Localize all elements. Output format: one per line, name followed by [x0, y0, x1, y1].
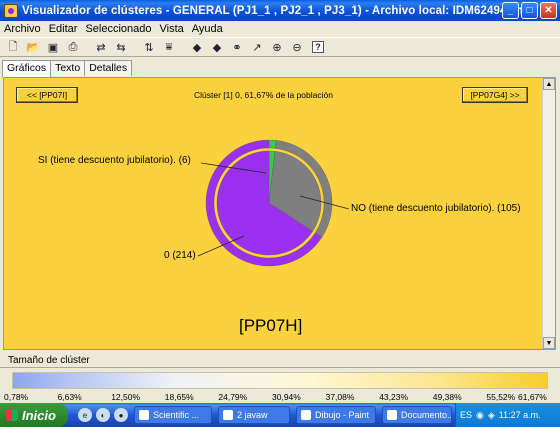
- close-button[interactable]: ✕: [540, 2, 557, 19]
- filter-icon[interactable]: ⩸: [160, 39, 178, 55]
- annotation-si: SI (tiene descuento jubilatorio). (6): [38, 155, 191, 166]
- toolbar: 🗋 📂 ▣ ⎙ ⇄ ⇆ ⇅ ⩸ ◆ ◆ ⚭ ↗ ⊕ ⊖ ?: [0, 37, 560, 57]
- window-icon: [139, 410, 149, 420]
- menu-ayuda[interactable]: Ayuda: [192, 23, 223, 35]
- app-icon: [4, 3, 18, 18]
- window-controls: _ □ ✕: [502, 2, 557, 19]
- outer-ring-slice-0[interactable]: [268, 139, 277, 149]
- tray-icon[interactable]: ◉: [476, 410, 484, 421]
- back-icon[interactable]: ◆: [188, 39, 206, 55]
- task-label: Dibujo - Paint: [315, 410, 370, 420]
- menu-archivo[interactable]: Archivo: [4, 23, 41, 35]
- size-scale-tick: 0,78%: [4, 392, 29, 402]
- media-icon[interactable]: ●: [114, 408, 128, 422]
- size-scale-ticks: 0,78% 6,63% 12,50% 18,65% 24,79% 30,94% 37,08%…: [0, 392, 560, 402]
- menu-editar[interactable]: Editar: [49, 23, 78, 35]
- annotation-no: NO (tiene descuento jubilatorio). (105): [351, 203, 521, 214]
- task-label: 2 javaw: [237, 410, 268, 420]
- windows-logo-icon: [6, 409, 18, 421]
- task-label: Scientific ...: [153, 410, 200, 420]
- title-bar: Visualizador de clústeres - GENERAL (PJ1…: [0, 0, 560, 21]
- document-icon: [387, 410, 397, 420]
- browser-icon[interactable]: e: [78, 408, 92, 422]
- task-scientific[interactable]: Scientific ...: [134, 406, 212, 424]
- chart-panel: << [PP07I] Clúster [1] 0, 61,67% de la p…: [3, 77, 556, 350]
- task-label: Documento...: [401, 410, 452, 420]
- window-title: Visualizador de clústeres - GENERAL (PJ1…: [22, 4, 530, 17]
- print-icon[interactable]: ⎙: [64, 39, 82, 55]
- zoom-in-icon[interactable]: ⊕: [268, 39, 286, 55]
- scroll-down-icon[interactable]: ▼: [543, 337, 555, 349]
- size-scale-tick: 18,65%: [164, 392, 194, 402]
- size-scale-tick: 37,08%: [325, 392, 355, 402]
- task-paint[interactable]: Dibujo - Paint: [296, 406, 376, 424]
- tray-icon[interactable]: ◈: [488, 410, 495, 421]
- tab-strip: Gráficos Texto Detalles: [2, 60, 133, 77]
- tab-graficos[interactable]: Gráficos: [2, 60, 52, 77]
- toolbar-separator: [132, 39, 138, 55]
- size-scale-tick: 43,23%: [379, 392, 409, 402]
- task-documento[interactable]: Documento...: [382, 406, 452, 424]
- forward-icon[interactable]: ◆: [208, 39, 226, 55]
- menu-vista[interactable]: Vista: [160, 23, 184, 35]
- size-scale-tick: 30,94%: [272, 392, 301, 402]
- size-scale-tick: 55,52%: [486, 392, 516, 402]
- open-icon[interactable]: 📂: [24, 39, 42, 55]
- sort-icon[interactable]: ⇅: [140, 39, 158, 55]
- new-icon[interactable]: 🗋: [4, 39, 22, 55]
- cluster-name: [PP07H]: [239, 316, 303, 335]
- taskbar: Inicio e ◐ ● Scientific ... 2 javaw Dibu…: [0, 403, 560, 427]
- size-scale-tick: 49,38%: [432, 392, 462, 402]
- maximize-button[interactable]: □: [521, 2, 538, 19]
- clock: 11:27 a.m.: [498, 410, 541, 420]
- size-scale-tick: 6,63%: [57, 392, 82, 402]
- tab-texto[interactable]: Texto: [50, 60, 86, 76]
- tab-detalles[interactable]: Detalles: [84, 60, 133, 76]
- size-scale: 0,78% 6,63% 12,50% 18,65% 24,79% 30,94% 37,08%…: [0, 367, 560, 402]
- task-javaw[interactable]: 2 javaw: [218, 406, 290, 424]
- paint-icon: [301, 410, 311, 420]
- language-indicator[interactable]: ES: [460, 410, 472, 420]
- quick-launch: e ◐ ●: [78, 408, 128, 422]
- size-scale-tick: 24,79%: [218, 392, 248, 402]
- refresh-icon[interactable]: ⇆: [112, 39, 130, 55]
- help-icon[interactable]: ?: [312, 41, 324, 53]
- swap-icon[interactable]: ⇄: [92, 39, 110, 55]
- save-icon[interactable]: ▣: [44, 39, 62, 55]
- system-tray: ES ◉ ◈ 11:27 a.m.: [455, 403, 560, 427]
- toolbar-separator: [84, 39, 90, 55]
- zoom-out-icon[interactable]: ⊖: [288, 39, 306, 55]
- binoculars-icon[interactable]: ⚭: [228, 39, 246, 55]
- desktop-icon[interactable]: ◐: [96, 408, 110, 422]
- size-gradient-bar: [12, 372, 548, 389]
- size-scale-tick: 61,67%: [518, 392, 547, 402]
- toolbar-separator: [180, 39, 186, 55]
- window-icon: [223, 410, 233, 420]
- scroll-up-icon[interactable]: ▲: [543, 78, 555, 90]
- minimize-button[interactable]: _: [502, 2, 519, 19]
- vertical-scrollbar[interactable]: ▲ ▼: [542, 78, 555, 349]
- menu-bar: Archivo Editar Seleccionado Vista Ayuda: [0, 21, 560, 37]
- size-scale-label: Tamaño de clúster: [8, 355, 90, 366]
- size-scale-tick: 12,50%: [111, 392, 141, 402]
- start-button[interactable]: Inicio: [0, 403, 68, 427]
- pointer-icon[interactable]: ↗: [248, 39, 266, 55]
- start-label: Inicio: [22, 407, 56, 423]
- annotation-zero: 0 (214): [164, 250, 196, 261]
- menu-seleccionado[interactable]: Seleccionado: [85, 23, 151, 35]
